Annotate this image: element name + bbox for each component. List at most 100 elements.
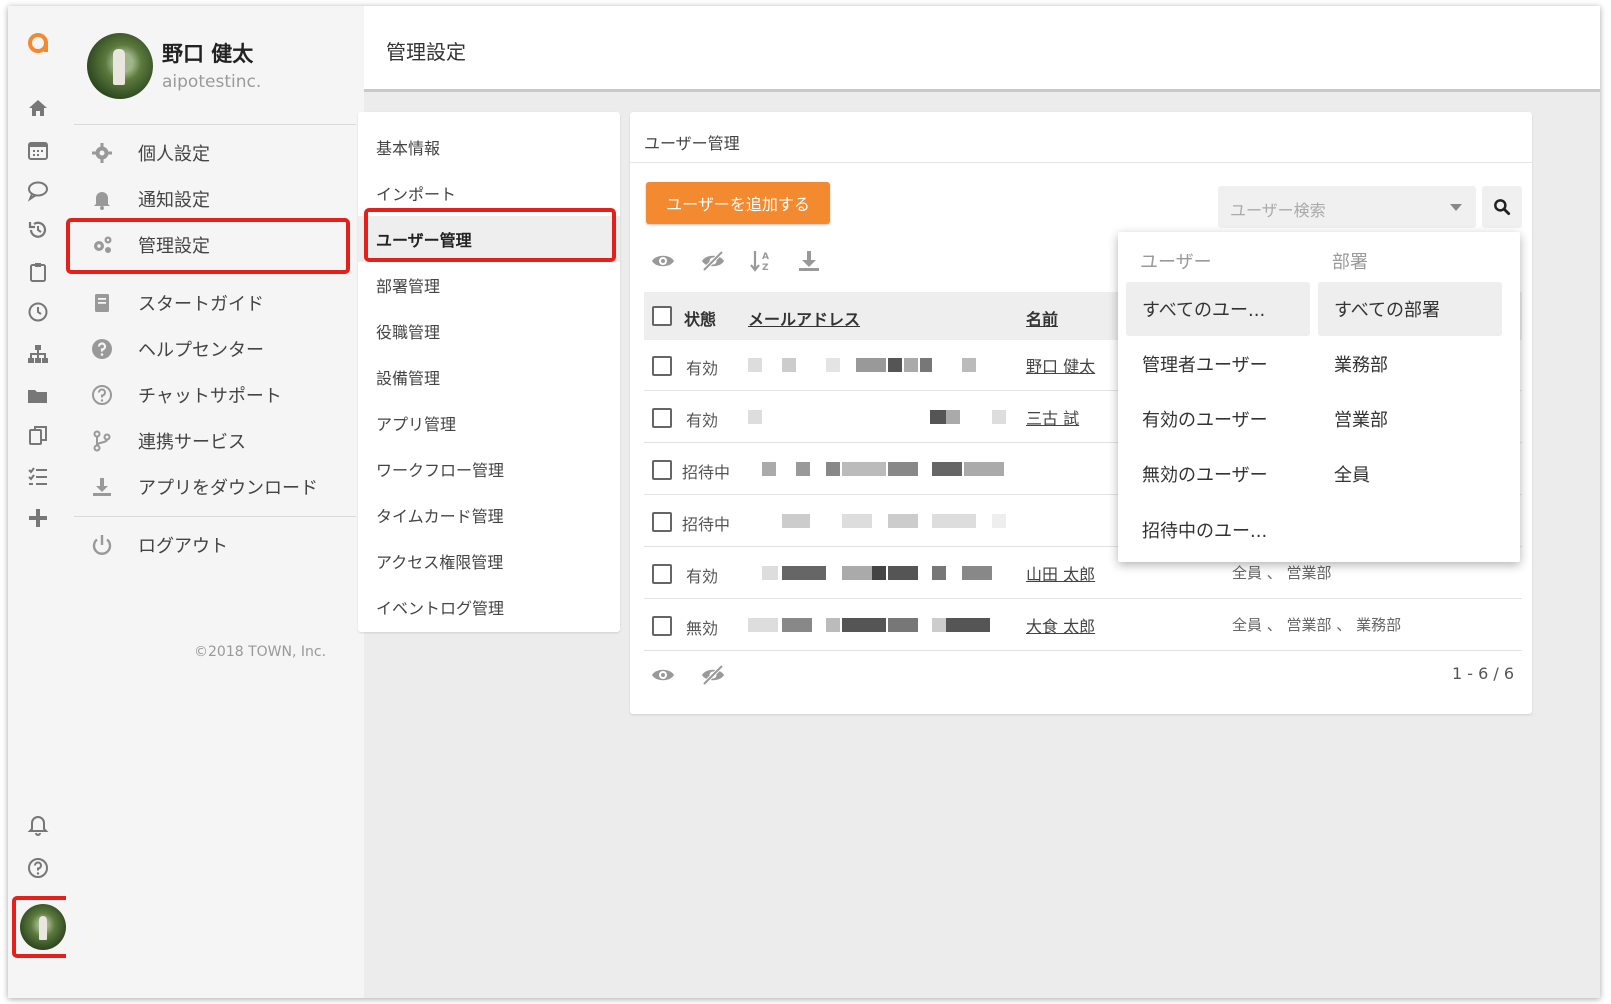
branch-icon xyxy=(88,427,116,455)
menu-item-label: 個人設定 xyxy=(138,144,210,165)
copy-icon[interactable] xyxy=(24,422,52,450)
show-icon[interactable] xyxy=(648,246,678,276)
task-list-icon[interactable] xyxy=(24,462,52,490)
column-status: 状態 xyxy=(684,310,717,329)
row-checkbox[interactable] xyxy=(652,356,672,376)
nav-item-workflow-management[interactable]: ワークフロー管理 xyxy=(358,446,620,492)
table-row[interactable]: 無効 大食 太郎 全員 、 営業部 、 業務部 xyxy=(644,600,1522,651)
clock-icon[interactable] xyxy=(24,298,52,326)
nav-item-event-log-management[interactable]: イベントログ管理 xyxy=(358,584,620,630)
chat-icon[interactable] xyxy=(24,176,52,204)
user-search-select[interactable]: ユーザー検索 xyxy=(1218,186,1476,228)
nav-item-department-management[interactable]: 部署管理 xyxy=(358,262,620,308)
row-checkbox[interactable] xyxy=(652,408,672,428)
nav-item-app-management[interactable]: アプリ管理 xyxy=(358,400,620,446)
home-icon[interactable] xyxy=(24,94,52,122)
nav-item-user-management[interactable]: ユーザー管理 xyxy=(358,216,620,262)
notification-bell-icon[interactable] xyxy=(24,810,52,838)
menu-item-label: ログアウト xyxy=(138,536,228,557)
search-icon xyxy=(1494,199,1511,216)
nav-item-position-management[interactable]: 役職管理 xyxy=(358,308,620,354)
row-status: 無効 xyxy=(686,619,719,638)
menu-item-label: アプリをダウンロード xyxy=(138,478,318,499)
app-window: 野口 健太 aipotestinc. 個人設定 通知設定 管理設定 スタートガイ… xyxy=(8,6,1600,998)
row-status: 招待中 xyxy=(682,515,731,534)
download-csv-icon[interactable] xyxy=(794,246,824,276)
page-header: 管理設定 xyxy=(364,6,1600,92)
search-button[interactable] xyxy=(1482,186,1522,228)
nav-item-facility-management[interactable]: 設備管理 xyxy=(358,354,620,400)
avatar[interactable] xyxy=(20,904,66,950)
menu-item-start-guide[interactable]: スタートガイド xyxy=(74,282,356,324)
column-email[interactable]: メールアドレス xyxy=(748,306,860,330)
nav-item-basic-info[interactable]: 基本情報 xyxy=(358,124,620,170)
profile-avatar xyxy=(87,33,153,99)
filter-option-admin-users[interactable]: 管理者ユーザー xyxy=(1126,337,1310,391)
menu-item-admin-settings[interactable]: 管理設定 xyxy=(74,224,356,266)
page-title: 管理設定 xyxy=(386,40,466,64)
row-status: 招待中 xyxy=(682,463,731,482)
menu-item-personal-settings[interactable]: 個人設定 xyxy=(74,132,356,174)
row-checkbox[interactable] xyxy=(652,512,672,532)
filter-option-dept-everyone[interactable]: 全員 xyxy=(1318,447,1502,501)
divider xyxy=(630,162,1532,163)
plus-icon[interactable] xyxy=(24,504,52,532)
show-icon[interactable] xyxy=(648,660,678,690)
gear-icon xyxy=(88,139,116,167)
menu-item-download-app[interactable]: アプリをダウンロード xyxy=(74,466,356,508)
folder-icon[interactable] xyxy=(24,382,52,410)
row-checkbox[interactable] xyxy=(652,460,672,480)
row-checkbox[interactable] xyxy=(652,564,672,584)
copyright: ©2018 TOWN, Inc. xyxy=(194,644,327,660)
nav-item-timecard-management[interactable]: タイムカード管理 xyxy=(358,492,620,538)
nav-item-access-management[interactable]: アクセス権限管理 xyxy=(358,538,620,584)
menu-item-label: 管理設定 xyxy=(138,236,210,257)
row-name[interactable]: 三古 試 xyxy=(1026,405,1079,429)
download-icon xyxy=(88,473,116,501)
menu-item-logout[interactable]: ログアウト xyxy=(74,524,356,566)
filter-option-inactive-users[interactable]: 無効のユーザー xyxy=(1126,447,1310,501)
menu-item-label: ヘルプセンター xyxy=(138,340,264,361)
email-redacted xyxy=(748,612,1010,638)
help-icon[interactable] xyxy=(24,854,52,882)
row-status: 有効 xyxy=(686,567,719,586)
org-chart-icon[interactable] xyxy=(24,340,52,368)
hide-icon[interactable] xyxy=(698,246,728,276)
email-redacted xyxy=(748,404,1010,430)
search-placeholder: ユーザー検索 xyxy=(1230,201,1326,220)
filter-option-dept-sales[interactable]: 営業部 xyxy=(1318,392,1502,446)
row-status: 有効 xyxy=(686,411,719,430)
row-checkbox[interactable] xyxy=(652,616,672,636)
menu-item-chat-support[interactable]: チャットサポート xyxy=(74,374,356,416)
filter-option-all-users[interactable]: すべてのユー... xyxy=(1126,282,1310,336)
pagination-info: 1 - 6 / 6 xyxy=(1451,664,1514,683)
filter-option-invited-users[interactable]: 招待中のユー... xyxy=(1126,503,1310,557)
sort-az-icon[interactable]: AZ xyxy=(746,246,776,276)
user-org: aipotestinc. xyxy=(162,72,262,92)
filter-option-all-departments[interactable]: すべての部署 xyxy=(1318,282,1502,336)
add-user-button[interactable]: ユーザーを追加する xyxy=(646,182,830,224)
filter-option-dept-operations[interactable]: 業務部 xyxy=(1318,337,1502,391)
select-all-checkbox[interactable] xyxy=(652,306,672,326)
filter-dropdown: ユーザー 部署 すべてのユー... 管理者ユーザー 有効のユーザー 無効のユーザ… xyxy=(1118,232,1520,562)
nav-item-import[interactable]: インポート xyxy=(358,170,620,216)
logo-icon[interactable] xyxy=(24,28,52,56)
row-name[interactable]: 山田 太郎 xyxy=(1026,561,1095,585)
hide-icon[interactable] xyxy=(698,660,728,690)
row-name[interactable]: 野口 健太 xyxy=(1026,353,1095,377)
email-redacted xyxy=(748,456,1010,482)
history-icon[interactable] xyxy=(24,216,52,244)
divider xyxy=(74,516,356,517)
column-name[interactable]: 名前 xyxy=(1026,306,1058,330)
clipboard-icon[interactable] xyxy=(24,258,52,286)
menu-item-help-center[interactable]: ヘルプセンター xyxy=(74,328,356,370)
menu-item-notification-settings[interactable]: 通知設定 xyxy=(74,178,356,220)
row-name[interactable]: 大食 太郎 xyxy=(1026,613,1095,637)
menu-item-label: チャットサポート xyxy=(138,386,282,407)
calendar-icon[interactable] xyxy=(24,136,52,164)
profile-panel: 野口 健太 aipotestinc. 個人設定 通知設定 管理設定 スタートガイ… xyxy=(66,6,364,998)
menu-item-integrations[interactable]: 連携サービス xyxy=(74,420,356,462)
svg-text:A: A xyxy=(762,252,769,262)
row-status: 有効 xyxy=(686,359,719,378)
filter-option-active-users[interactable]: 有効のユーザー xyxy=(1126,392,1310,446)
